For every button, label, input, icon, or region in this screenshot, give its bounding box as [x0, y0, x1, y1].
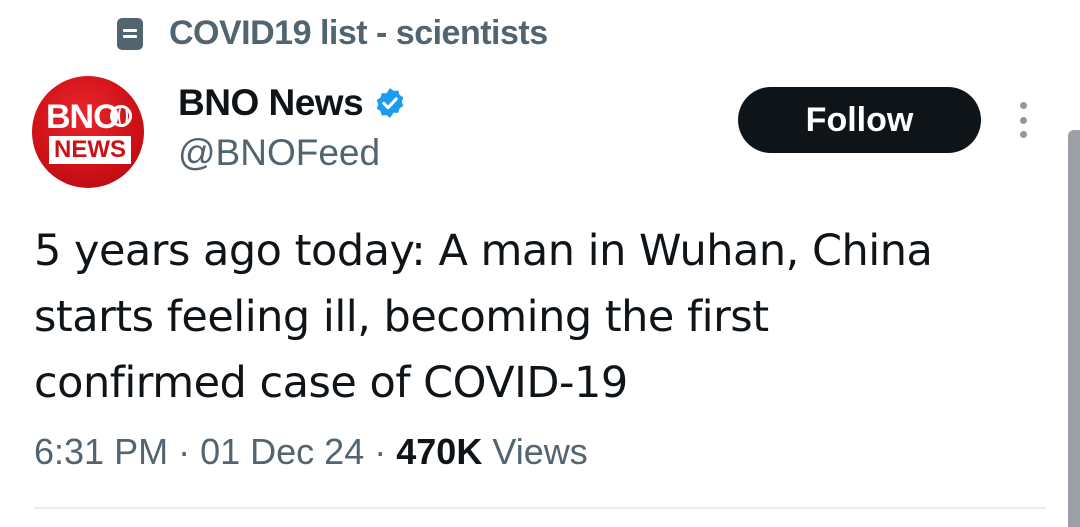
list-context-label[interactable]: COVID19 list - scientists	[169, 14, 548, 53]
tweet-date[interactable]: 01 Dec 24	[200, 431, 364, 472]
avatar[interactable]: BNO NEWS	[32, 76, 144, 188]
tweet-text: 5 years ago today: A man in Wuhan, China…	[34, 226, 933, 408]
globe-icon	[110, 105, 132, 127]
meta-separator: ·	[374, 431, 387, 472]
more-dot	[1019, 102, 1027, 109]
tweet-time[interactable]: 6:31 PM	[34, 431, 168, 472]
author-handle[interactable]: @BNOFeed	[178, 132, 380, 174]
avatar-logo-news: NEWS	[49, 136, 131, 164]
tweet-meta: 6:31 PM · 01 Dec 24 · 470K Views	[34, 431, 588, 473]
divider	[34, 507, 1046, 509]
tweet-page: COVID19 list - scientists BNO NEWS BNO N…	[0, 0, 1080, 527]
meta-separator: ·	[178, 431, 191, 472]
list-context[interactable]: COVID19 list - scientists	[117, 14, 548, 53]
verified-badge-icon	[376, 88, 404, 118]
views-label: Views	[492, 431, 588, 472]
author-name-row[interactable]: BNO News	[178, 82, 407, 124]
follow-button[interactable]: Follow	[738, 87, 981, 153]
avatar-logo-bno: BNO	[46, 98, 120, 136]
more-vertical-icon[interactable]	[1018, 102, 1028, 138]
views-count[interactable]: 470K	[396, 431, 482, 472]
list-icon	[117, 17, 143, 50]
more-dot	[1019, 116, 1027, 124]
more-dot	[1019, 131, 1027, 138]
scrollbar[interactable]	[1068, 130, 1080, 527]
display-name[interactable]: BNO News	[178, 82, 364, 124]
